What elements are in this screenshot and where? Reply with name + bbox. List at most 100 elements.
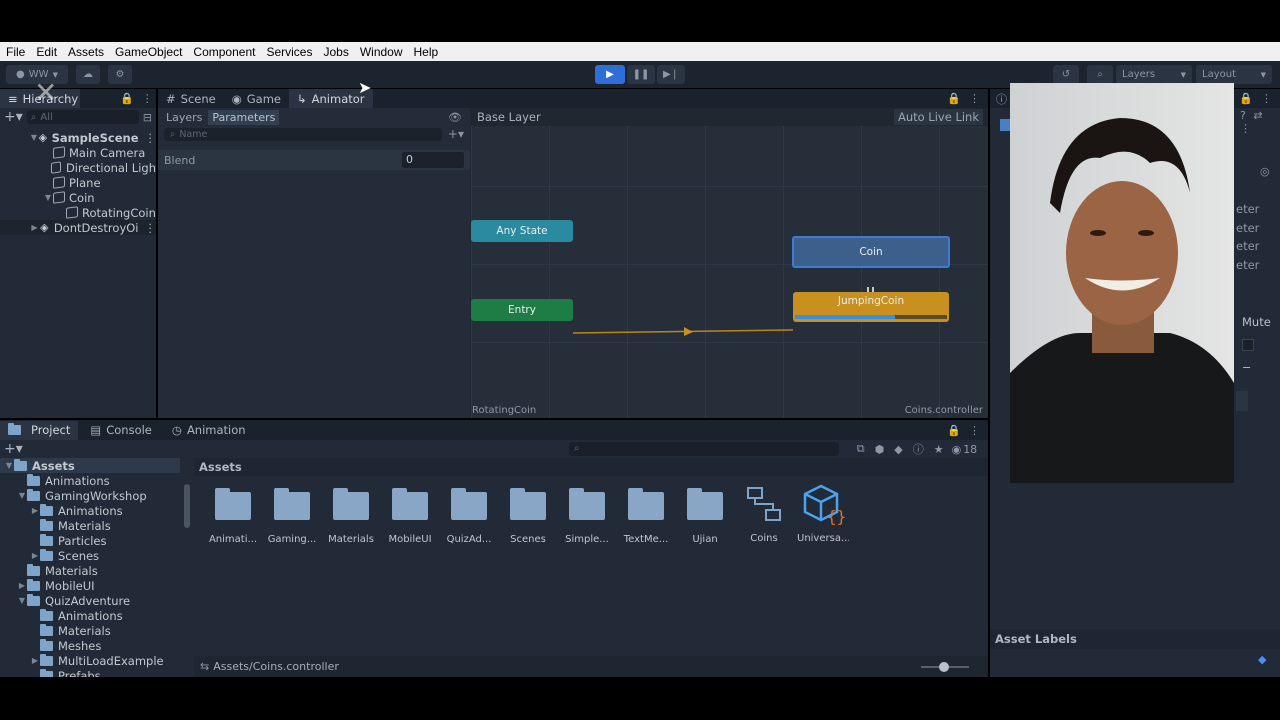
jumping-coin-state-node[interactable]: JumpingCoin xyxy=(793,292,949,322)
project-folder-item[interactable]: ▶ MobileUI xyxy=(0,578,180,593)
tab-console[interactable]: ▤ Console xyxy=(82,421,160,440)
expand-down-icon[interactable]: ▼ xyxy=(4,461,14,470)
lock-icon[interactable]: 🔒 xyxy=(947,424,961,437)
target-icon[interactable]: ◎ xyxy=(1260,165,1270,178)
breadcrumb[interactable]: Assets xyxy=(199,460,242,474)
tab-animation[interactable]: ◷ Animation xyxy=(164,421,254,440)
more-icon[interactable]: ⋮ xyxy=(969,92,980,105)
visibility-icon[interactable]: ◉ xyxy=(952,443,962,456)
parameters-tab[interactable]: Parameters xyxy=(208,109,280,125)
project-folder-item[interactable]: ▶ MultiLoadExample xyxy=(0,653,180,668)
more-icon[interactable]: ⋮ xyxy=(145,221,157,235)
more-icon[interactable]: ⋮ xyxy=(1261,92,1272,105)
asset-item[interactable]: Simple... xyxy=(561,488,613,545)
tree-scrollbar[interactable] xyxy=(184,484,190,528)
layers-tab[interactable]: Layers xyxy=(162,110,206,125)
play-button[interactable]: ▶ xyxy=(595,65,625,84)
more-icon[interactable]: ⋮ xyxy=(1240,122,1251,135)
project-folder-item[interactable]: Prefabs xyxy=(0,668,180,677)
zoom-slider[interactable] xyxy=(921,662,969,672)
lock-icon[interactable]: 🔒 xyxy=(1239,92,1253,105)
hierarchy-item[interactable]: Directional Ligh xyxy=(0,160,156,175)
menu-services[interactable]: Services xyxy=(266,45,312,59)
asset-item[interactable]: Animati... xyxy=(207,488,259,545)
more-icon[interactable]: ⋮ xyxy=(969,424,980,437)
mute-checkbox[interactable] xyxy=(1242,339,1254,351)
project-folder-item[interactable]: ▼ Assets xyxy=(0,458,180,473)
expand-right-icon[interactable]: ▶ xyxy=(30,223,39,232)
tab-scene[interactable]: # Scene xyxy=(158,89,224,108)
project-folder-item[interactable]: Particles xyxy=(0,533,180,548)
menu-file[interactable]: File xyxy=(6,45,25,59)
history-icon[interactable]: ↺ xyxy=(1053,65,1079,84)
project-folder-item[interactable]: Meshes xyxy=(0,638,180,653)
coin-state-node[interactable]: Coin xyxy=(792,236,950,268)
expand-down-icon[interactable]: ▼ xyxy=(30,133,38,142)
layout-dropdown[interactable]: Layout ▼ xyxy=(1196,65,1272,84)
hierarchy-item[interactable]: Main Camera xyxy=(0,145,156,160)
project-folder-item[interactable]: Animations xyxy=(0,608,180,623)
eye-icon[interactable]: 👁 xyxy=(448,111,462,124)
hierarchy-item[interactable]: Plane xyxy=(0,175,156,190)
param-search-input[interactable]: ⌕ Name xyxy=(164,127,442,141)
asset-item[interactable]: MobileUI xyxy=(384,488,436,545)
filter-icon[interactable]: ⊟ xyxy=(143,111,152,124)
asset-item[interactable]: {} Universa... xyxy=(797,484,849,544)
project-folder-item[interactable]: Animations xyxy=(0,473,180,488)
favorite-star-icon[interactable]: ★ xyxy=(934,443,944,456)
menu-edit[interactable]: Edit xyxy=(36,45,57,59)
expand-right-icon[interactable]: ▶ xyxy=(30,656,40,665)
project-folder-item[interactable]: ▼ QuizAdventure xyxy=(0,593,180,608)
zoom-slider-handle[interactable] xyxy=(939,662,949,672)
asset-item[interactable]: Scenes xyxy=(502,488,554,545)
menu-window[interactable]: Window xyxy=(360,45,403,59)
tab-game[interactable]: ◉ Game xyxy=(224,89,289,108)
parameter-name[interactable]: Blend xyxy=(164,154,195,167)
pause-button[interactable]: ❚❚ xyxy=(627,65,655,84)
project-search-input[interactable]: ⌕ xyxy=(568,442,839,456)
add-icon[interactable]: +▾ xyxy=(4,109,23,125)
entry-node[interactable]: Entry xyxy=(471,299,573,321)
project-folder-item[interactable]: ▶ Animations xyxy=(0,503,180,518)
project-folder-item[interactable]: Materials xyxy=(0,518,180,533)
expand-right-icon[interactable]: ▶ xyxy=(17,581,27,590)
hierarchy-search-input[interactable]: ⌕ All xyxy=(26,110,139,124)
asset-item[interactable]: TextMe... xyxy=(620,488,672,545)
expand-down-icon[interactable]: ▼ xyxy=(17,596,27,605)
hierarchy-item[interactable]: ▼ ◈ SampleScene ⋮ xyxy=(0,130,156,145)
inspector-scroll[interactable] xyxy=(1236,391,1248,411)
more-icon[interactable]: ⋮ xyxy=(142,92,153,105)
hierarchy-item[interactable]: ▶ ◈ DontDestroyOi ⋮ xyxy=(0,220,156,235)
expand-right-icon[interactable]: ▶ xyxy=(30,506,40,515)
expand-right-icon[interactable]: ▶ xyxy=(30,551,40,560)
lock-icon[interactable]: 🔒 xyxy=(947,92,961,105)
add-parameter-button[interactable]: +▾ xyxy=(448,127,464,141)
parameter-row[interactable]: Blend 0 xyxy=(158,150,470,170)
asset-item[interactable]: Coins xyxy=(738,487,790,544)
menu-jobs[interactable]: Jobs xyxy=(323,45,348,59)
entry-transition-line[interactable] xyxy=(572,329,794,334)
menu-component[interactable]: Component xyxy=(193,45,255,59)
menu-assets[interactable]: Assets xyxy=(68,45,104,59)
label-tag-icon[interactable]: ◆ xyxy=(1258,653,1266,666)
menu-help[interactable]: Help xyxy=(414,45,439,59)
info-icon[interactable]: ⓘ xyxy=(996,91,1007,107)
info-icon[interactable]: ⓘ xyxy=(913,441,924,457)
parameter-value-field[interactable]: 0 xyxy=(402,152,464,168)
expand-down-icon[interactable]: ▼ xyxy=(43,193,53,202)
hierarchy-item[interactable]: ▼ Coin xyxy=(0,190,156,205)
tab-project[interactable]: Project xyxy=(0,420,79,440)
animator-graph[interactable]: Base Layer Auto Live Link Any State Entr… xyxy=(471,108,988,418)
asset-item[interactable]: QuizAd... xyxy=(443,488,495,545)
search-by-type-icon[interactable]: ⧉ xyxy=(857,442,865,456)
hierarchy-item[interactable]: RotatingCoin xyxy=(0,205,156,220)
project-folder-item[interactable]: Materials xyxy=(0,623,180,638)
more-icon[interactable]: ⋮ xyxy=(145,131,157,145)
search-icon[interactable]: ⌕ xyxy=(1087,65,1113,84)
step-button[interactable]: ▶❘ xyxy=(657,65,685,84)
cloud-icon[interactable]: ☁ xyxy=(76,65,100,84)
project-folder-item[interactable]: ▶ Scenes xyxy=(0,548,180,563)
project-folder-item[interactable]: ▼ GamingWorkshop xyxy=(0,488,180,503)
layers-dropdown[interactable]: Layers ▼ xyxy=(1116,65,1192,84)
lock-icon[interactable]: 🔒 xyxy=(120,92,134,105)
